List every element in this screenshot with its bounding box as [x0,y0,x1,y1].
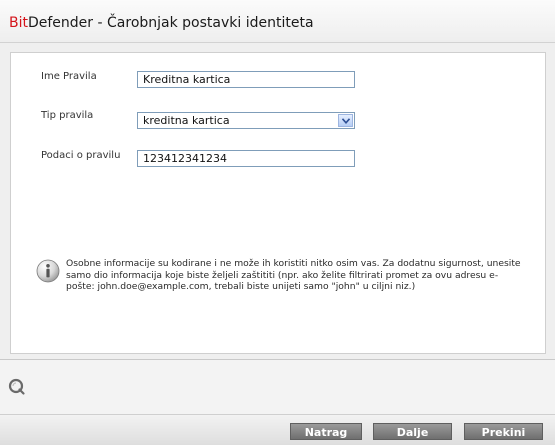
window-title: BitDefender - Čarobnjak postavki identit… [9,15,314,31]
footer-area [0,360,555,414]
rule-type-selected-value: kreditna kartica [143,114,230,127]
rule-data-label: Podaci o pravilu [41,150,121,161]
brand-name-red: Bit [9,15,28,31]
brand-name-rest: Defender [27,15,94,31]
bitdefender-logo-icon [8,378,25,395]
content-area: Ime Pravila Kreditna kartica Tip pravila… [0,43,555,359]
wizard-window: BitDefender - Čarobnjak postavki identit… [0,0,555,445]
info-icon [36,259,60,283]
rule-type-select[interactable]: kreditna kartica [137,112,355,129]
dropdown-arrow-button[interactable] [338,114,353,127]
next-button[interactable]: Dalje [373,423,452,440]
form-panel: Ime Pravila Kreditna kartica Tip pravila… [10,52,546,354]
title-bar: BitDefender - Čarobnjak postavki identit… [0,0,555,43]
rule-name-input[interactable]: Kreditna kartica [137,71,355,88]
info-message: Osobne informacije su kodirane i ne može… [66,258,521,292]
chevron-down-icon [342,118,350,124]
rule-data-input[interactable]: 123412341234 [137,150,355,167]
rule-name-label: Ime Pravila [41,71,97,82]
cancel-button[interactable]: Prekini [464,423,543,440]
title-text: - Čarobnjak postavki identiteta [93,15,314,31]
rule-type-label: Tip pravila [41,110,94,121]
back-button[interactable]: Natrag [290,423,362,440]
